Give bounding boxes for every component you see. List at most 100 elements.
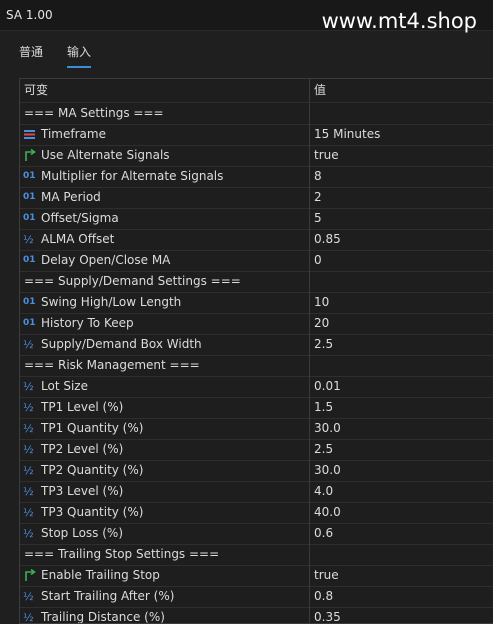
double-icon: ½ [23, 611, 34, 624]
variable-cell: 01 Multiplier for Alternate Signals [20, 166, 310, 187]
table-row[interactable]: ½ TP3 Quantity (%) 40.0 [20, 502, 493, 524]
table-row[interactable]: 01 MA Period 2 [20, 187, 493, 209]
int-icon: 01 [23, 213, 36, 223]
table-row[interactable]: 01 Delay Open/Close MA 0 [20, 250, 493, 272]
value-cell[interactable]: 2 [314, 187, 322, 208]
value-cell[interactable]: 5 [314, 208, 322, 229]
table-row[interactable]: ½ TP2 Quantity (%) 30.0 [20, 460, 493, 482]
value-cell[interactable]: 2.5 [314, 439, 333, 460]
variable-label: Timeframe [41, 127, 106, 141]
section-label: === Trailing Stop Settings === [24, 547, 220, 561]
table-row[interactable]: ½ Stop Loss (%) 0.6 [20, 523, 493, 545]
variable-cell: 01 History To Keep [20, 313, 310, 334]
table-row[interactable]: 01 History To Keep 20 [20, 313, 493, 335]
column-header-value[interactable]: 值 [314, 79, 326, 102]
variable-cell: 01 Offset/Sigma [20, 208, 310, 229]
variable-label: MA Period [41, 190, 101, 204]
variable-cell: ½ TP2 Level (%) [20, 439, 310, 460]
value-cell[interactable]: true [314, 145, 339, 166]
table-row[interactable]: ½ TP2 Level (%) 2.5 [20, 439, 493, 461]
int-icon: 01 [23, 255, 36, 265]
section-row[interactable]: === Trailing Stop Settings === [20, 544, 493, 566]
variable-cell: ½ Trailing Distance (%) [20, 607, 310, 624]
variable-label: Multiplier for Alternate Signals [41, 169, 224, 183]
section-row[interactable]: === Risk Management === [20, 355, 493, 377]
value-cell[interactable]: 0.01 [314, 376, 341, 397]
variable-cell: Use Alternate Signals [20, 145, 310, 166]
table-row[interactable]: Enable Trailing Stop true [20, 565, 493, 587]
table-row[interactable]: ½ TP1 Level (%) 1.5 [20, 397, 493, 419]
variable-cell: ½ Lot Size [20, 376, 310, 397]
table-row[interactable]: ½ TP1 Quantity (%) 30.0 [20, 418, 493, 440]
variable-label: ALMA Offset [41, 232, 115, 246]
value-cell[interactable]: 0.8 [314, 586, 333, 607]
variable-cell: ½ TP1 Quantity (%) [20, 418, 310, 439]
variable-label: Delay Open/Close MA [41, 253, 171, 267]
value-cell[interactable]: 1.5 [314, 397, 333, 418]
table-row[interactable]: ½ TP3 Level (%) 4.0 [20, 481, 493, 503]
variable-cell: ½ Supply/Demand Box Width [20, 334, 310, 355]
table-row[interactable]: 01 Multiplier for Alternate Signals 8 [20, 166, 493, 188]
double-icon: ½ [23, 443, 34, 456]
section-label: === Risk Management === [24, 358, 200, 372]
table-header: 可变 值 [20, 79, 493, 103]
variable-cell: ½ TP3 Level (%) [20, 481, 310, 502]
table-row[interactable]: ½ ALMA Offset 0.85 [20, 229, 493, 251]
variable-label: TP1 Quantity (%) [41, 421, 144, 435]
double-icon: ½ [23, 590, 34, 603]
variable-label: Offset/Sigma [41, 211, 119, 225]
variable-cell: ½ Start Trailing After (%) [20, 586, 310, 607]
value-cell[interactable]: 10 [314, 292, 329, 313]
value-cell[interactable]: 0 [314, 250, 322, 271]
value-cell[interactable]: true [314, 565, 339, 586]
section-label: === Supply/Demand Settings === [24, 274, 241, 288]
tab-bar: 普通 输入 [0, 40, 493, 70]
column-header-variable[interactable]: 可变 [24, 79, 48, 102]
value-cell[interactable]: 20 [314, 313, 329, 334]
variable-cell: ½ ALMA Offset [20, 229, 310, 250]
table-row[interactable]: Use Alternate Signals true [20, 145, 493, 167]
section-label: === MA Settings === [24, 106, 164, 120]
double-icon: ½ [23, 464, 34, 477]
table-row[interactable]: ½ Trailing Distance (%) 0.35 [20, 607, 493, 624]
variable-cell: === MA Settings === [20, 103, 310, 124]
variable-cell: ½ TP1 Level (%) [20, 397, 310, 418]
double-icon: ½ [23, 380, 34, 393]
section-row[interactable]: === Supply/Demand Settings === [20, 271, 493, 293]
variable-label: TP1 Level (%) [41, 400, 124, 414]
variable-label: Swing High/Low Length [41, 295, 182, 309]
variable-cell: 01 Delay Open/Close MA [20, 250, 310, 271]
value-cell[interactable]: 30.0 [314, 460, 341, 481]
table-row[interactable]: ½ Lot Size 0.01 [20, 376, 493, 398]
table-row[interactable]: ½ Supply/Demand Box Width 2.5 [20, 334, 493, 356]
section-row[interactable]: === MA Settings === [20, 103, 493, 125]
table-row[interactable]: Timeframe 15 Minutes [20, 124, 493, 146]
variable-cell: === Supply/Demand Settings === [20, 271, 310, 292]
value-cell[interactable]: 0.85 [314, 229, 341, 250]
value-cell[interactable]: 40.0 [314, 502, 341, 523]
table-row[interactable]: 01 Offset/Sigma 5 [20, 208, 493, 230]
value-cell[interactable]: 4.0 [314, 481, 333, 502]
value-cell[interactable]: 15 Minutes [314, 124, 380, 145]
table-row[interactable]: 01 Swing High/Low Length 10 [20, 292, 493, 314]
variable-label: Enable Trailing Stop [41, 568, 160, 582]
double-icon: ½ [23, 506, 34, 519]
watermark: www.mt4.shop [321, 9, 477, 33]
value-cell[interactable]: 30.0 [314, 418, 341, 439]
value-cell[interactable]: 0.6 [314, 523, 333, 544]
table-row[interactable]: ½ Start Trailing After (%) 0.8 [20, 586, 493, 608]
tab-inputs[interactable]: 输入 [67, 43, 92, 68]
tab-common[interactable]: 普通 [19, 43, 43, 60]
variable-label: Supply/Demand Box Width [41, 337, 202, 351]
variable-label: TP2 Level (%) [41, 442, 124, 456]
inputs-table: 可变 值 === MA Settings === Timeframe 15 Minu… [19, 78, 493, 624]
value-cell[interactable]: 0.35 [314, 607, 341, 623]
value-cell[interactable]: 8 [314, 166, 322, 187]
timeframe-icon [23, 128, 37, 141]
value-cell[interactable]: 2.5 [314, 334, 333, 355]
variable-label: Start Trailing After (%) [41, 589, 175, 603]
int-icon: 01 [23, 318, 36, 328]
variable-cell: 01 Swing High/Low Length [20, 292, 310, 313]
variable-cell: === Trailing Stop Settings === [20, 544, 310, 565]
variable-cell: ½ TP3 Quantity (%) [20, 502, 310, 523]
